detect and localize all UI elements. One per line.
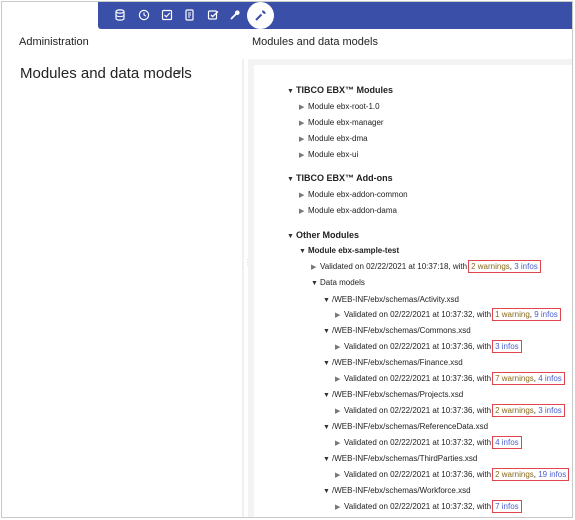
checkbox-icon[interactable]: [207, 9, 219, 21]
tree-item[interactable]: ▶ Module ebx-addon-dama: [299, 206, 397, 217]
schema-path[interactable]: ▼/WEB-INF/ebx/schemas/Finance.xsd: [323, 358, 463, 369]
tree-item[interactable]: ▶ Module ebx-root-1.0: [299, 102, 380, 113]
top-toolbar: [98, 2, 572, 29]
tree-item[interactable]: ▶ Module ebx-manager: [299, 118, 384, 129]
tree-section-tibco-modules[interactable]: ▼ TIBCO EBX™ Modules: [287, 85, 393, 97]
validation-summary[interactable]: 7 infos: [492, 500, 522, 513]
caret-right-icon: ▶: [311, 264, 317, 271]
caret-down-icon: ▼: [323, 392, 330, 399]
schema-path[interactable]: ▼/WEB-INF/ebx/schemas/Activity.xsd: [323, 295, 459, 306]
validation-summary[interactable]: 4 infos: [492, 436, 522, 449]
schema-path[interactable]: ▼/WEB-INF/ebx/schemas/Commons.xsd: [323, 326, 471, 337]
tree-section-tibco-addons[interactable]: ▼ TIBCO EBX™ Add-ons: [287, 173, 393, 185]
caret-down-icon: ▼: [311, 280, 318, 287]
caret-right-icon: ▶: [299, 136, 305, 143]
sidebar-title[interactable]: Modules and data models: [20, 65, 192, 82]
validation-row[interactable]: ▶ Validated on 02/22/2021 at 10:37:32, wi…: [335, 500, 522, 513]
validation-row[interactable]: ▶ Validated on 02/22/2021 at 10:37:32, wi…: [335, 436, 522, 449]
validation-summary[interactable]: 2 warnings, 3 infos: [492, 404, 565, 417]
caret-right-icon: ▶: [335, 408, 341, 415]
validation-row[interactable]: ▶ Validated on 02/22/2021 at 10:37:36, wi…: [335, 468, 570, 481]
caret-right-icon: ▶: [335, 312, 341, 319]
window-frame: Administration Modules and data models M…: [1, 1, 573, 518]
caret-down-icon: ▼: [287, 176, 294, 183]
caret-right-icon: ▶: [299, 208, 305, 215]
validation-summary[interactable]: 2 warnings, 19 infos: [492, 468, 570, 481]
panel-splitter[interactable]: [242, 59, 244, 517]
clock-icon[interactable]: [138, 9, 150, 21]
validation-row[interactable]: ▶ Validated on 02/22/2021 at 10:37:18, wi…: [311, 260, 541, 273]
caret-right-icon: ▶: [335, 440, 341, 447]
right-panel-header: Modules and data models: [252, 36, 378, 48]
validation-row[interactable]: ▶ Validated on 02/22/2021 at 10:37:36, wi…: [335, 404, 565, 417]
tree-item-module[interactable]: ▼ Module ebx-sample-test: [299, 246, 399, 257]
caret-right-icon: ▶: [335, 504, 341, 511]
validation-row[interactable]: ▶ Validated on 02/22/2021 at 10:37:36, wi…: [335, 340, 522, 353]
caret-right-icon: ▶: [299, 192, 305, 199]
tree-item[interactable]: ▶ Module ebx-ui: [299, 150, 358, 161]
caret-down-icon: ▼: [299, 248, 306, 255]
caret-down-icon: ▼: [323, 328, 330, 335]
tree-section-other-modules[interactable]: ▼ Other Modules: [287, 230, 359, 242]
caret-down-icon: ▼: [323, 360, 330, 367]
validation-summary[interactable]: 1 warning, 9 infos: [492, 308, 561, 321]
caret-right-icon: ▶: [299, 152, 305, 159]
validation-row[interactable]: ▶ Validated on 02/22/2021 at 10:37:36, wi…: [335, 372, 565, 385]
caret-right-icon: ▶: [335, 376, 341, 383]
chevron-down-icon[interactable]: ▼: [175, 68, 183, 77]
caret-down-icon: ▼: [323, 456, 330, 463]
caret-down-icon: ▼: [287, 233, 294, 240]
caret-down-icon: ▼: [287, 88, 294, 95]
tree-item[interactable]: ▶ Module ebx-dma: [299, 134, 368, 145]
checklist-icon[interactable]: [161, 9, 173, 21]
database-icon[interactable]: [114, 9, 126, 21]
administration-icon[interactable]: [247, 2, 274, 29]
caret-down-icon: ▼: [323, 488, 330, 495]
document-edit-icon[interactable]: [184, 9, 196, 21]
module-tree: ▼ TIBCO EBX™ Modules ▶ Module ebx-root-1.0…: [254, 65, 572, 517]
validation-summary[interactable]: 3 infos: [492, 340, 522, 353]
tree-item-data-models[interactable]: ▼ Data models: [311, 278, 365, 289]
schema-path[interactable]: ▼/WEB-INF/ebx/schemas/ReferenceData.xsd: [323, 422, 488, 433]
schema-path[interactable]: ▼/WEB-INF/ebx/schemas/Projects.xsd: [323, 390, 463, 401]
validation-row[interactable]: ▶ Validated on 02/22/2021 at 10:37:32, wi…: [335, 308, 561, 321]
caret-right-icon: ▶: [299, 104, 305, 111]
schema-path[interactable]: ▼/WEB-INF/ebx/schemas/ThirdParties.xsd: [323, 454, 477, 465]
caret-right-icon: ▶: [335, 344, 341, 351]
caret-down-icon: ▼: [323, 297, 330, 304]
caret-right-icon: ▶: [335, 472, 341, 479]
tree-item[interactable]: ▶ Module ebx-addon-common: [299, 190, 408, 201]
tools-icon[interactable]: [229, 9, 241, 21]
validation-summary[interactable]: 2 warnings, 3 infos: [468, 260, 541, 273]
schema-path[interactable]: ▼/WEB-INF/ebx/schemas/Workforce.xsd: [323, 486, 471, 497]
validation-summary[interactable]: 7 warnings, 4 infos: [492, 372, 565, 385]
caret-down-icon: ▼: [323, 424, 330, 431]
caret-right-icon: ▶: [299, 120, 305, 127]
left-panel-header: Administration: [19, 36, 89, 48]
